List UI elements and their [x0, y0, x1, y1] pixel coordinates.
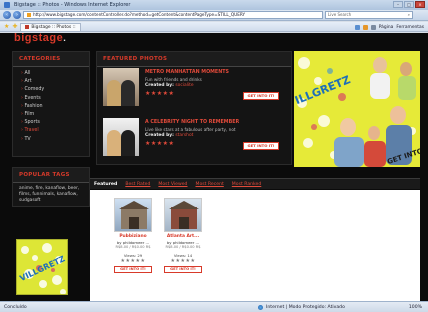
featured-author: Created by: starshot — [145, 133, 194, 138]
filter-tab[interactable]: Most Viewed — [158, 182, 187, 187]
window-titlebar: Bigstage :: Photos - Windows Internet Ex… — [0, 0, 428, 10]
featured-item[interactable]: A CELEBRITY NIGHT TO REMEMBER Live like … — [103, 118, 289, 158]
author-link[interactable]: socialite — [175, 83, 193, 88]
close-button[interactable]: × — [415, 1, 425, 8]
get-into-it-button[interactable]: GET INTO IT! — [164, 266, 202, 273]
featured-author: Created by: socialite — [145, 83, 194, 88]
photo-thumbnail[interactable] — [164, 198, 202, 232]
navigation-bar: ‹ › http://www.bigstage.com/contentContr… — [0, 10, 428, 21]
back-button[interactable]: ‹ — [3, 11, 11, 19]
web-page: bigstage. Categories AllArtComedyEventsF… — [0, 33, 428, 301]
photo-price: R$8.00 / R$0.00 R$ — [115, 245, 151, 249]
window-controls: – □ × — [393, 1, 425, 8]
home-icon[interactable] — [354, 24, 360, 30]
get-into-it-button[interactable]: GET INTO IT! — [114, 266, 152, 273]
featured-thumbnail[interactable] — [103, 68, 139, 106]
photo-title[interactable]: Pubbiziano — [110, 234, 156, 239]
search-input[interactable]: Live Search ⌕ — [325, 11, 413, 19]
rating-stars: ★★★★★ — [145, 140, 175, 147]
status-text: Concluído — [4, 304, 27, 310]
page-menu[interactable]: Página — [379, 25, 394, 30]
featured-title[interactable]: A CELEBRITY NIGHT TO REMEMBER — [145, 120, 239, 125]
featured-heading: Featured Photos — [97, 52, 291, 67]
photo-filter-tabs: Featured Best Rated Most Viewed Most Recent… — [90, 178, 420, 189]
address-url: http://www.bigstage.com/contentControlle… — [33, 12, 246, 17]
category-item[interactable]: Travel — [21, 127, 81, 135]
feeds-icon[interactable] — [362, 24, 368, 30]
photo-grid: Pubbiziano by phildomeer ... R$8.00 / R$0.… — [90, 190, 420, 301]
categories-panel: Categories AllArtComedyEventsFashionFilm… — [12, 51, 90, 157]
categories-heading: Categories — [13, 52, 89, 67]
category-item[interactable]: TV — [21, 136, 81, 144]
get-into-it-button[interactable]: GET INTO IT! — [243, 92, 279, 100]
favorites-star-icon[interactable]: ★ — [4, 23, 9, 30]
filter-tab[interactable]: Most Recent — [195, 182, 223, 187]
tags-heading: Popular Tags — [13, 168, 89, 183]
filter-tab[interactable]: Most Ranked — [232, 182, 262, 187]
ie-app-icon — [4, 2, 10, 8]
globe-icon — [258, 304, 263, 310]
tab-bigstage[interactable]: Bigstage :: Photos :: — [20, 22, 81, 31]
rating-stars: ★★★★★ — [145, 90, 175, 97]
photo-title[interactable]: Atlanta Art... — [160, 234, 206, 239]
side-promo-image[interactable]: VILLGRETZ — [16, 239, 68, 295]
tab-bar: ★ ✚ Bigstage :: Photos :: Página Ferrame… — [0, 22, 428, 32]
tab-favicon — [25, 25, 30, 29]
popular-tags-panel: Popular Tags anime, fire, kanaflow, beer… — [12, 167, 90, 207]
featured-item[interactable]: METRO MANHATTAN MOMENTS Fun with friends… — [103, 68, 289, 108]
rating-stars[interactable]: ★★★★★ — [160, 258, 206, 264]
sidebar: Categories AllArtComedyEventsFashionFilm… — [12, 51, 90, 295]
maximize-button[interactable]: □ — [404, 1, 414, 8]
search-icon[interactable]: ⌕ — [408, 12, 410, 18]
categories-list: AllArtComedyEventsFashionFilmSportsTrave… — [13, 67, 89, 147]
rating-stars[interactable]: ★★★★★ — [110, 258, 156, 264]
tags-list[interactable]: anime, fire, kanaflow, beer, films, funn… — [13, 183, 89, 207]
print-icon[interactable] — [370, 24, 376, 30]
minimize-button[interactable]: – — [393, 1, 403, 8]
photo-thumbnail[interactable] — [114, 198, 152, 232]
category-item[interactable]: Events — [21, 95, 81, 103]
featured-photos-panel: Featured Photos METRO MANHATTAN MOMENTS … — [96, 51, 292, 165]
category-item[interactable]: Art — [21, 78, 81, 86]
command-bar: Página Ferramentas — [354, 22, 424, 32]
promo-banner[interactable]: VILLGRETZ GET INTO IT! — [294, 51, 420, 167]
zoom-level[interactable]: 100% — [409, 305, 422, 310]
status-bar: Concluído Internet | Modo Protegido: Ati… — [0, 301, 428, 312]
window-title: Bigstage :: Photos - Windows Internet Ex… — [14, 2, 131, 8]
photo-price: R$8.00 / R$0.00 R$ — [165, 245, 201, 249]
category-item[interactable]: Comedy — [21, 86, 81, 94]
category-item[interactable]: Sports — [21, 119, 81, 127]
featured-subtitle: Fun with friends and drinks — [145, 77, 202, 82]
filter-tab[interactable]: Best Rated — [125, 182, 150, 187]
tools-menu[interactable]: Ferramentas — [396, 25, 424, 30]
filter-tab[interactable]: Featured — [94, 182, 117, 187]
forward-button[interactable]: › — [13, 11, 21, 19]
featured-title[interactable]: METRO MANHATTAN MOMENTS — [145, 70, 229, 75]
featured-thumbnail[interactable] — [103, 118, 139, 156]
site-logo[interactable]: bigstage. — [14, 33, 66, 44]
get-into-it-button[interactable]: GET INTO IT! — [243, 142, 279, 150]
featured-subtitle: Live like stars at a fabulous after part… — [145, 127, 236, 132]
category-item[interactable]: All — [21, 70, 81, 78]
page-icon — [27, 13, 31, 17]
category-item[interactable]: Fashion — [21, 103, 81, 111]
photo-card[interactable]: Pubbiziano by phildomeer ... R$8.00 / R$0.… — [110, 198, 156, 278]
security-zone[interactable]: Internet | Modo Protegido: Ativado — [258, 304, 345, 310]
category-item[interactable]: Film — [21, 111, 81, 119]
address-bar[interactable]: http://www.bigstage.com/contentControlle… — [23, 11, 323, 19]
photo-card[interactable]: Atlanta Art... by phildomeer ... R$8.00 / … — [160, 198, 206, 278]
author-link[interactable]: starshot — [175, 133, 193, 138]
add-favorites-icon[interactable]: ✚ — [12, 23, 17, 30]
